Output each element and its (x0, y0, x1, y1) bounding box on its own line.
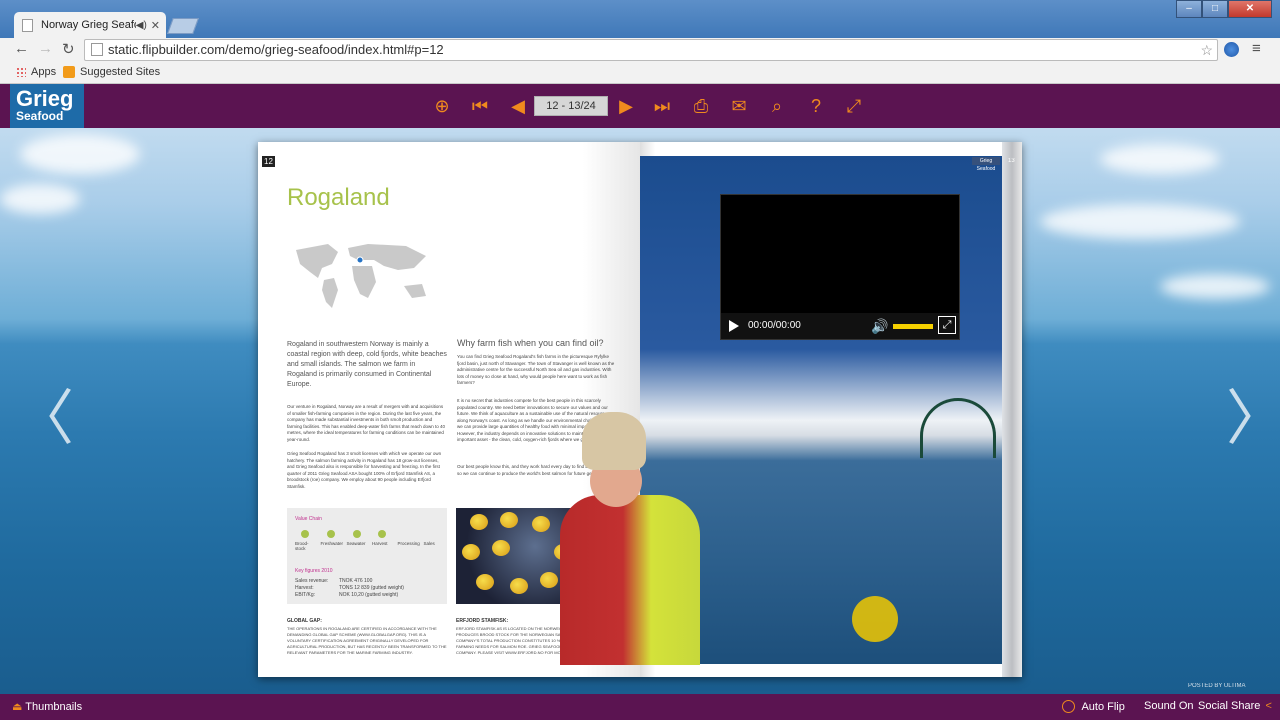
fact-box: Value Chain Brood-stock Freshwater Seawa… (287, 508, 447, 604)
auto-flip-button[interactable]: Auto Flip (1062, 700, 1125, 713)
bookmarks-bar: Apps Suggested Sites (0, 62, 1280, 84)
previous-arrow-icon[interactable]: 〈 (14, 370, 74, 457)
grieg-seafood-logo[interactable]: Grieg Seafood (10, 84, 84, 128)
flipbook-toolbar (0, 84, 1280, 128)
maximize-button[interactable]: □ (1202, 0, 1228, 18)
browser-toolbar: ← → ↻ static.flipbuilder.com/demo/grieg-… (0, 38, 1280, 62)
bookmark-label: Apps (31, 66, 57, 78)
flipbook-bottom-bar: ⏏ Thumbnails Auto Flip Sound On Social S… (0, 694, 1280, 720)
window-controls: – □ ✕ (1176, 0, 1272, 18)
person-jacket (560, 495, 700, 665)
section-subtitle: Why farm fish when you can find oil? (457, 338, 604, 348)
minimize-button[interactable]: – (1176, 0, 1202, 18)
play-icon[interactable] (729, 320, 739, 332)
page-number: 13 (1008, 158, 1015, 164)
share-icon: < (1265, 700, 1272, 712)
value-chain-title: Value Chain (295, 516, 322, 522)
zoom-in-icon[interactable]: ⊕ (430, 95, 454, 117)
bookmark-suggested-sites[interactable]: Suggested Sites (63, 66, 160, 78)
page-icon (22, 18, 33, 32)
fullscreen-icon[interactable]: ⤢ (842, 95, 866, 117)
value-chain-step: Processing (397, 541, 420, 546)
page-edge (1002, 142, 1022, 677)
brand-tag: Grieg Seafood (972, 157, 1000, 172)
thumbnails-label: Thumbnails (25, 701, 83, 713)
social-share-button[interactable]: Social Share < (1198, 700, 1272, 712)
forward-icon[interactable]: → (38, 40, 53, 57)
value-chain-step: Seawater (347, 530, 369, 551)
fullscreen-video-icon[interactable]: ⤢ (938, 316, 956, 334)
suggested-sites-icon (63, 66, 75, 78)
mouse-cursor-highlight (852, 596, 898, 642)
speaker-icon: ◀) (135, 19, 147, 31)
print-icon[interactable]: ⎙ (689, 95, 713, 117)
back-icon[interactable]: ← (14, 40, 29, 57)
gap-title: GLOBAL GAP: (287, 618, 322, 624)
sound-label: Sound On (1144, 700, 1194, 712)
video-time: 00:00/00:00 (748, 320, 801, 331)
bookmark-star-icon[interactable]: ☆ (1200, 40, 1213, 60)
value-chain-step: Freshwater (321, 530, 343, 551)
eject-icon: ⏏ (12, 701, 23, 713)
extension-icon[interactable] (1224, 42, 1239, 57)
previous-page-icon[interactable]: ◀ (506, 95, 530, 117)
browser-tab[interactable]: Norway Grieg Seafood ◀) ✕ (14, 12, 166, 38)
auto-flip-label: Auto Flip (1081, 701, 1125, 713)
volume-icon[interactable]: 🔊 (871, 318, 888, 335)
social-share-label: Social Share (1198, 700, 1261, 712)
menu-icon[interactable]: ≡ (1252, 40, 1261, 57)
lead-paragraph: Rogaland in southwestern Norway is mainl… (287, 341, 447, 388)
new-tab-button[interactable] (167, 18, 199, 34)
body-paragraph: You can find Grieg Seafood Rogaland's fi… (457, 354, 615, 385)
person-hat (582, 412, 646, 470)
bookmark-apps[interactable]: Apps (16, 66, 56, 78)
first-page-icon[interactable]: ⏮ (468, 95, 492, 117)
clock-icon (1062, 700, 1075, 713)
bookmark-label: Suggested Sites (80, 66, 161, 78)
page-indicator-input[interactable]: 12 - 13/24 (534, 96, 608, 116)
page-icon (91, 43, 103, 56)
body-paragraph: Grieg Seafood Rogaland has 3 smolt licen… (287, 451, 442, 489)
apps-icon (16, 67, 26, 77)
tab-title: Norway Grieg Seafood (41, 19, 136, 31)
sound-button[interactable]: Sound On (1144, 700, 1194, 712)
key-figures: Sales revenue: TNOK 476 100 Harvest: TONS … (295, 578, 404, 598)
watermark: POSTED BY ULTIMA (1188, 683, 1246, 689)
thumbnails-button[interactable]: ⏏ Thumbnails (12, 700, 82, 713)
next-page-icon[interactable]: ▶ (614, 95, 638, 117)
help-icon[interactable]: ? (804, 95, 828, 117)
search-icon[interactable]: ⌕ (765, 95, 789, 117)
world-map (296, 244, 426, 308)
video-controls: 00:00/00:00 🔊 ⤢ (721, 313, 959, 339)
erfjord-title: ERFJORD STAMFISK: (456, 618, 509, 624)
address-bar[interactable]: static.flipbuilder.com/demo/grieg-seafoo… (84, 39, 1218, 61)
value-chain-step: Brood-stock (295, 530, 317, 551)
value-chain-step: Harvest (372, 530, 394, 551)
value-chain: Brood-stock Freshwater Seawater Harvest … (295, 530, 445, 551)
reload-icon[interactable]: ↻ (62, 40, 75, 58)
key-figures-title: Key figures 2010 (295, 568, 333, 574)
url-text: static.flipbuilder.com/demo/grieg-seafoo… (108, 42, 444, 57)
last-page-icon[interactable]: ⏭ (650, 95, 674, 117)
close-window-button[interactable]: ✕ (1228, 0, 1272, 18)
window-titlebar: Norway Grieg Seafood ◀) ✕ – □ ✕ (0, 0, 1280, 38)
gap-text: THE OPERATIONS IN ROGALAND ARE CERTIFIED… (287, 626, 447, 655)
page-number: 12 (262, 156, 275, 167)
volume-slider[interactable] (893, 324, 933, 329)
email-icon[interactable]: ✉ (727, 95, 751, 117)
close-tab-icon[interactable]: ✕ (151, 19, 160, 32)
value-chain-step: Sales (423, 541, 435, 546)
logo-line2: Seafood (16, 109, 64, 123)
page-title: Rogaland (287, 184, 390, 211)
video-player[interactable]: 00:00/00:00 🔊 ⤢ (720, 194, 960, 340)
next-arrow-icon[interactable]: 〉 (1226, 370, 1280, 457)
